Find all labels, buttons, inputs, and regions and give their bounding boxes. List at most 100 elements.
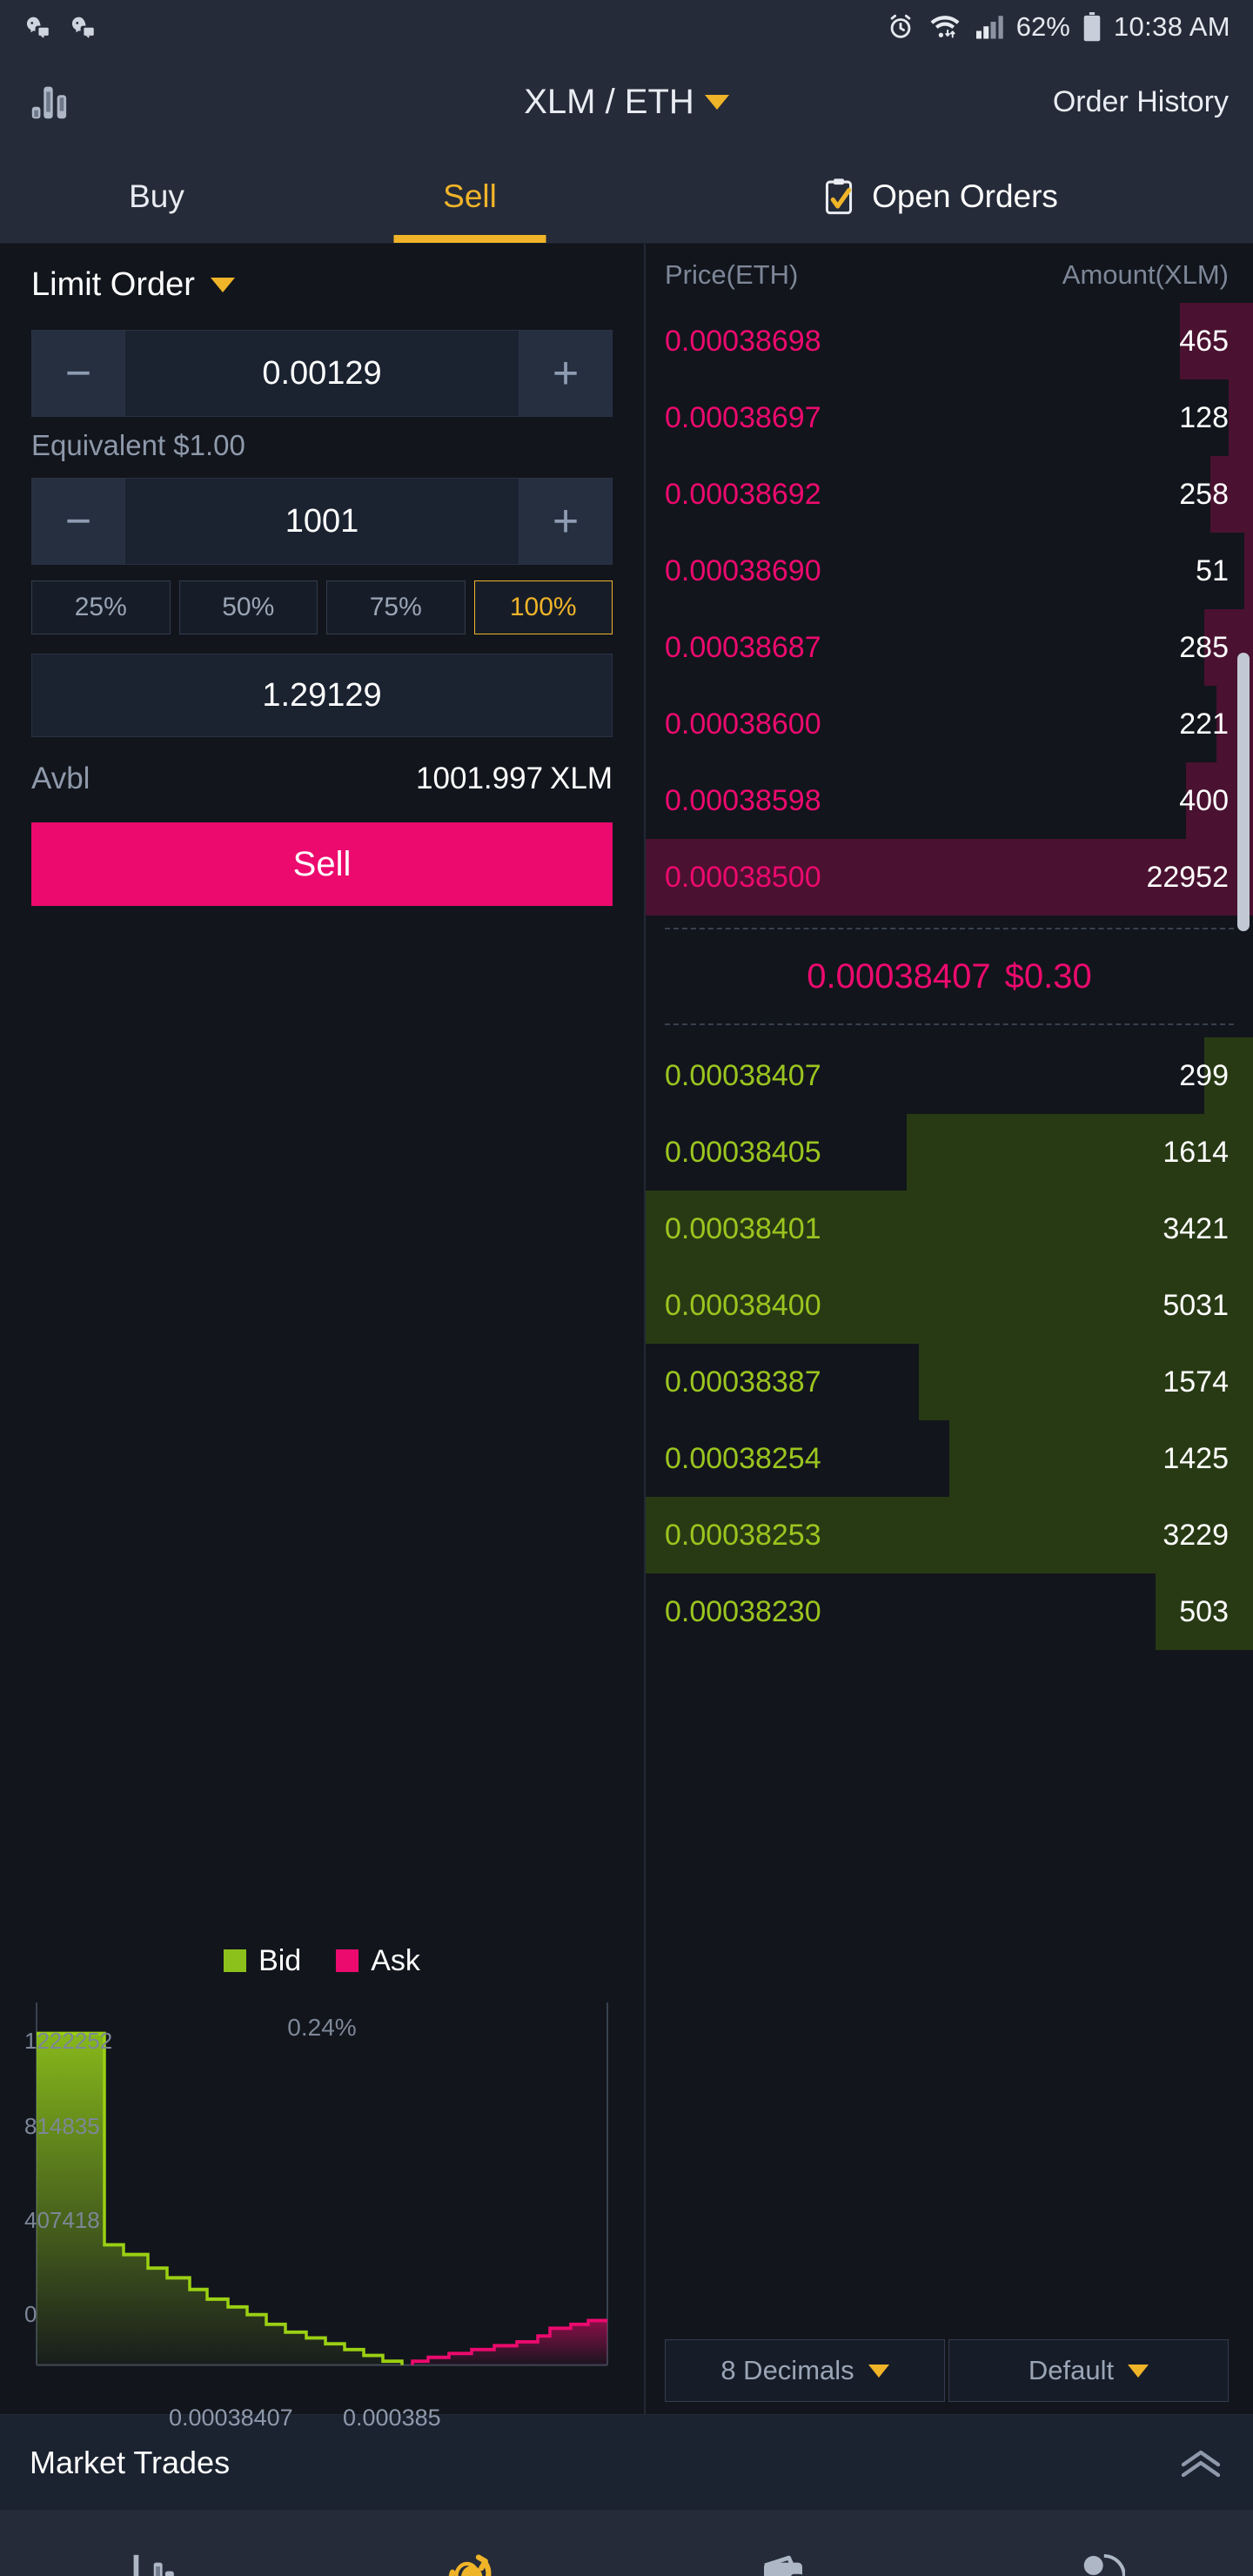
legend-bid-label: Bid [258, 1943, 302, 1977]
percent-50-button[interactable]: 50% [178, 580, 318, 634]
nav-item-markets[interactable]: Markets [0, 2540, 313, 2576]
order-book-amount: 285 [1179, 630, 1229, 664]
available-balance-label: Avbl [31, 761, 90, 795]
x-axis-tick: 0.00038407 [169, 2405, 293, 2431]
order-book-price: 0.00038687 [665, 630, 821, 664]
tab-open-orders-label: Open Orders [872, 178, 1058, 214]
depth-chart-legend: Bid Ask [0, 1927, 644, 1995]
view-selector[interactable]: Default [948, 2339, 1229, 2402]
order-book-price: 0.00038692 [665, 477, 821, 511]
y-axis-tick: 814835 [24, 2113, 100, 2139]
order-book-row[interactable]: 0.00038254 1425 [646, 1420, 1253, 1497]
order-book-price: 0.00038400 [665, 1288, 821, 1322]
price-decrement-button[interactable]: − [32, 331, 124, 416]
alarm-icon [886, 12, 915, 42]
percent-buttons: 25% 50% 75% 100% [31, 580, 613, 634]
order-book-price: 0.00038405 [665, 1135, 821, 1169]
nav-item-trades[interactable]: Trades [313, 2540, 626, 2576]
bid-color-swatch [224, 1949, 247, 1972]
order-book-row[interactable]: 0.00038401 3421 [646, 1191, 1253, 1267]
person-icon [1068, 2540, 1125, 2576]
order-book-row[interactable]: 0.00038405 1614 [646, 1114, 1253, 1191]
decimals-selector[interactable]: 8 Decimals [665, 2339, 945, 2402]
available-balance-unit: XLM [550, 761, 613, 795]
order-book-amount: 503 [1179, 1594, 1229, 1628]
percent-75-button[interactable]: 75% [326, 580, 466, 634]
total-input[interactable]: 1.29129 [31, 654, 613, 737]
order-book-amount: 1614 [1163, 1135, 1229, 1169]
depth-chart: Bid Ask 0.24% 1222252 814835 407418 0 0.… [0, 1927, 644, 2431]
view-selector-label: Default [1028, 2355, 1115, 2385]
pair-label[interactable]: XLM / ETH [524, 83, 694, 122]
order-book-row[interactable]: 0.00038253 3229 [646, 1497, 1253, 1573]
clock-time: 10:38 AM [1113, 11, 1230, 42]
refresh-coin-icon [441, 2540, 499, 2576]
order-history-button[interactable]: Order History [1053, 85, 1229, 119]
y-axis-tick: 407418 [24, 2207, 100, 2233]
wallet-icon [754, 2540, 812, 2576]
order-book-amount: 128 [1179, 400, 1229, 434]
amount-input[interactable]: 1001 [124, 479, 519, 564]
order-book-row[interactable]: 0.00038697 128 [646, 379, 1253, 456]
order-book-row[interactable]: 0.00038687 285 [646, 609, 1253, 686]
amount-decrement-button[interactable]: − [32, 479, 124, 564]
order-book-scrollbar[interactable] [1237, 653, 1250, 931]
sell-submit-button[interactable]: Sell [31, 822, 613, 906]
order-book-row[interactable]: 0.00038600 221 [646, 686, 1253, 762]
order-book-amount: 1425 [1163, 1441, 1229, 1475]
signal-icon [975, 14, 1004, 40]
order-book-amount: 465 [1179, 324, 1229, 358]
legend-item-ask: Ask [336, 1944, 420, 1978]
battery-icon [1082, 12, 1102, 42]
percent-25-button[interactable]: 25% [31, 580, 171, 634]
depth-chart-svg [36, 2002, 608, 2366]
nav-item-account[interactable]: Account [940, 2540, 1253, 2576]
nav-item-funds[interactable]: Funds [626, 2540, 940, 2576]
status-bar: 62% 10:38 AM [0, 0, 1253, 54]
price-input[interactable]: 0.00129 [124, 331, 519, 416]
clipboard-check-icon [821, 178, 856, 216]
order-book-price: 0.00038690 [665, 553, 821, 587]
amount-stepper: − 1001 + [31, 478, 613, 565]
order-book-row[interactable]: 0.00038387 1574 [646, 1344, 1253, 1420]
y-axis-tick: 1222252 [24, 2028, 113, 2054]
order-book-row[interactable]: 0.00038407 299 [646, 1037, 1253, 1114]
order-book-row[interactable]: 0.00038698 465 [646, 303, 1253, 379]
legend-ask-label: Ask [371, 1943, 420, 1977]
chevron-down-icon [868, 2364, 889, 2378]
order-book-header: Price(ETH) Amount(XLM) [646, 244, 1253, 303]
tab-open-orders[interactable]: Open Orders [626, 150, 1253, 243]
order-book-amount: 258 [1179, 477, 1229, 511]
chevron-double-up-icon[interactable] [1178, 2445, 1223, 2480]
price-increment-button[interactable]: + [519, 331, 612, 416]
order-book-price: 0.00038387 [665, 1365, 821, 1399]
wifi-icon [928, 12, 962, 42]
market-trades-label: Market Trades [30, 2444, 231, 2480]
mid-price-row: 0.00038407 $0.30 [665, 928, 1234, 1025]
order-book-row[interactable]: 0.00038598 400 [646, 762, 1253, 839]
order-type-selector[interactable]: Limit Order [31, 266, 613, 304]
order-book-price: 0.00038598 [665, 783, 821, 817]
depth-bar [1243, 533, 1253, 609]
tab-sell[interactable]: Sell [313, 150, 626, 243]
order-book-panel: Price(ETH) Amount(XLM) 0.00038698 465 0.00… [646, 244, 1253, 2414]
order-book-row[interactable]: 0.00038690 51 [646, 533, 1253, 609]
order-book-price: 0.00038401 [665, 1211, 821, 1245]
order-book-row[interactable]: 0.00038500 22952 [646, 839, 1253, 916]
order-book-row[interactable]: 0.00038692 258 [646, 456, 1253, 533]
app-header: XLM / ETH Order History [0, 54, 1253, 150]
chevron-down-icon [1128, 2364, 1149, 2378]
amount-increment-button[interactable]: + [519, 479, 612, 564]
ask-color-swatch [336, 1949, 359, 1972]
tab-buy[interactable]: Buy [0, 150, 313, 243]
trade-body: Limit Order − 0.00129 + Equivalent $1.00… [0, 244, 1253, 2431]
percent-100-button[interactable]: 100% [473, 580, 613, 634]
order-book-price: 0.00038253 [665, 1518, 821, 1552]
candlestick-chart-icon[interactable] [24, 76, 77, 128]
mid-price-usd: $0.30 [1004, 956, 1092, 996]
order-book-row[interactable]: 0.00038400 5031 [646, 1267, 1253, 1344]
chevron-down-icon[interactable] [704, 94, 729, 110]
ask-rows: 0.00038698 465 0.00038697 128 0.00038692 258 0… [646, 303, 1253, 916]
order-book-row[interactable]: 0.00038230 503 [646, 1573, 1253, 1650]
available-balance-value: 1001.997 XLM [416, 761, 613, 796]
